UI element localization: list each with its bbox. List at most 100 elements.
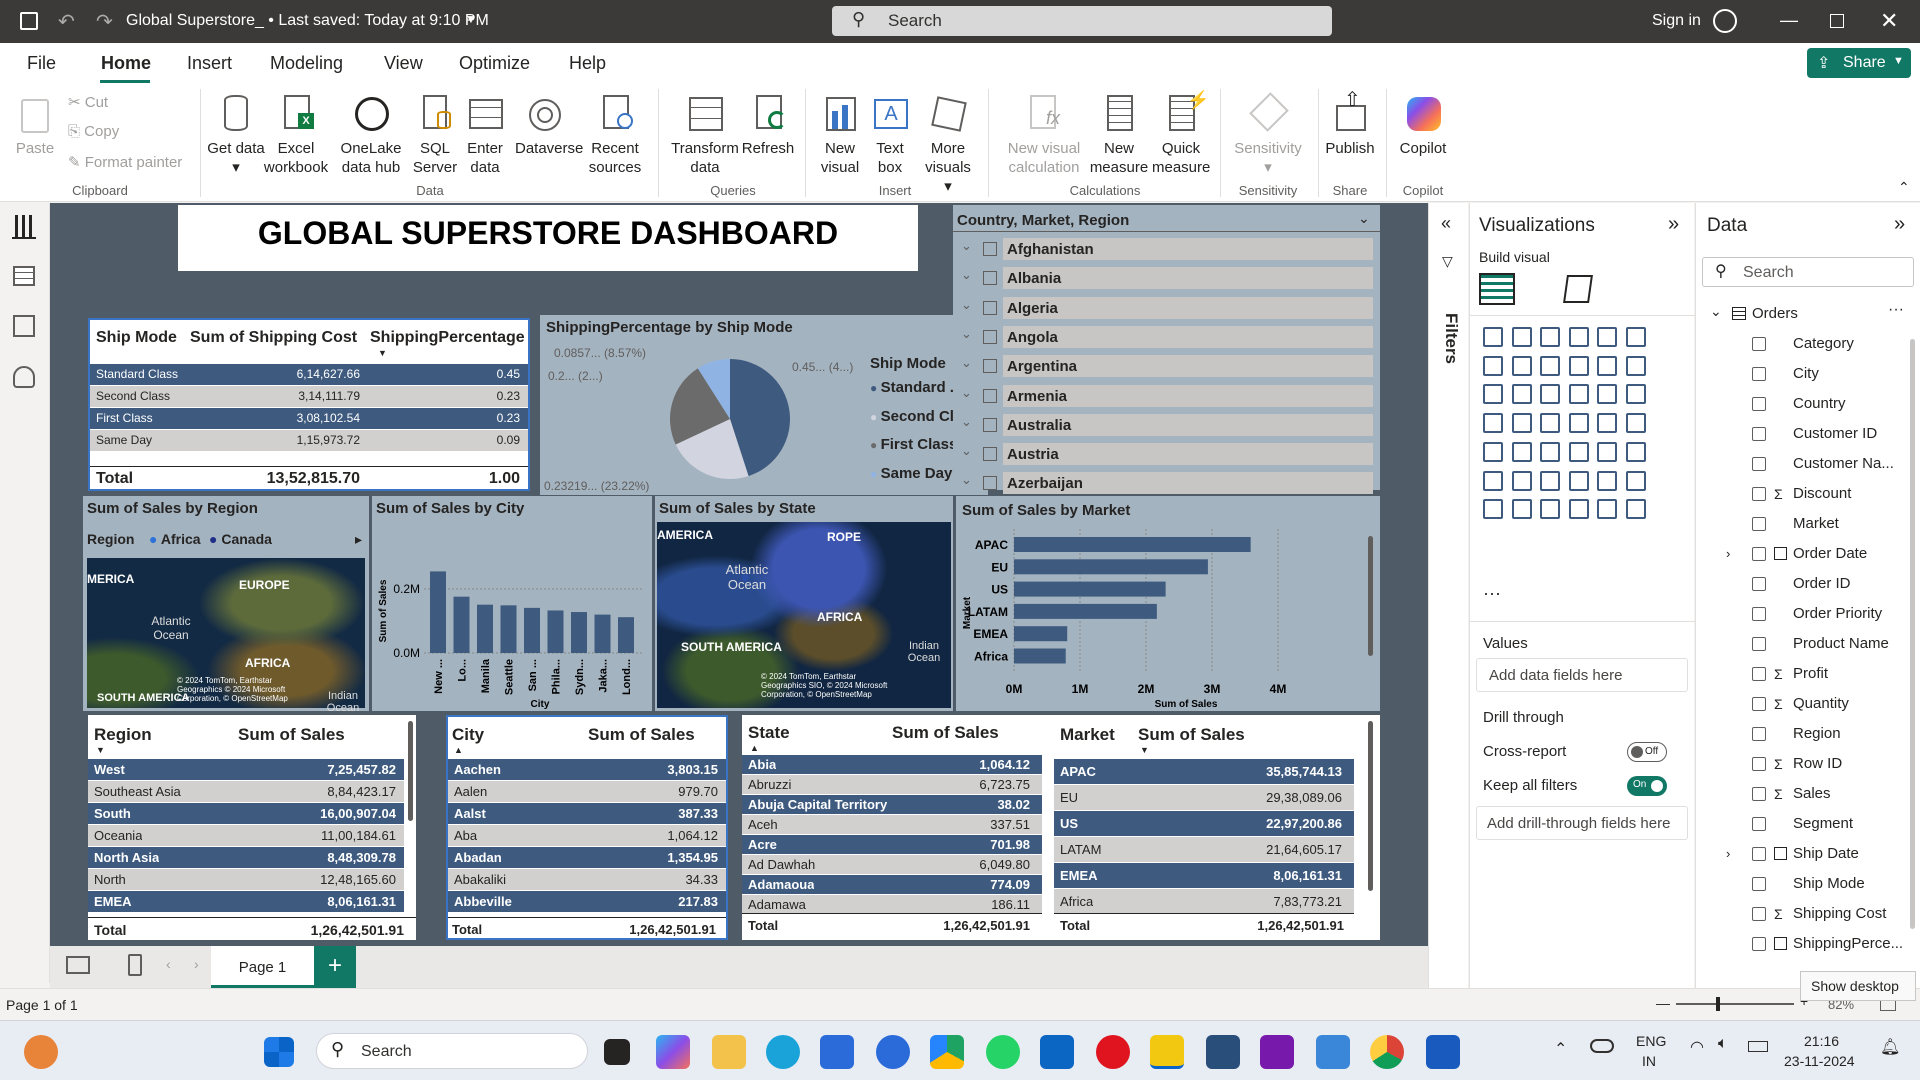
line-clustered-icon[interactable] bbox=[1626, 355, 1646, 376]
region-indicator[interactable]: IN bbox=[1642, 1053, 1656, 1069]
field-checkbox[interactable] bbox=[1752, 847, 1766, 861]
field-checkbox[interactable] bbox=[1752, 907, 1766, 921]
notification-bell-icon[interactable]: 🔔︎ bbox=[1880, 1037, 1900, 1057]
data-search-input[interactable]: ⚲ Search bbox=[1702, 257, 1914, 287]
notepad-icon[interactable] bbox=[1316, 1035, 1350, 1069]
waterfall-icon[interactable] bbox=[1511, 384, 1532, 405]
field-checkbox[interactable] bbox=[1752, 397, 1766, 411]
undo-icon[interactable]: ↶ bbox=[58, 9, 75, 34]
azure-map-icon[interactable] bbox=[1568, 413, 1589, 434]
clock-time[interactable]: 21:16 bbox=[1804, 1033, 1839, 1049]
chrome-icon[interactable] bbox=[1370, 1035, 1404, 1069]
scatter-icon[interactable] bbox=[1568, 384, 1589, 405]
recent-sources-button[interactable]: Recent sources bbox=[580, 91, 650, 177]
values-well[interactable]: Add data fields here bbox=[1476, 658, 1688, 692]
slicer-item[interactable]: ⌄ Austria bbox=[953, 443, 1380, 467]
field-item[interactable]: › Order Date bbox=[1696, 539, 1910, 569]
format-painter-button[interactable]: ✎ Format painter bbox=[68, 153, 182, 171]
zoom-slider-thumb[interactable] bbox=[1716, 997, 1720, 1011]
slicer-checkbox[interactable] bbox=[983, 359, 997, 374]
table-row[interactable]: Southeast Asia 8,84,423.17 bbox=[88, 781, 404, 802]
pie-icon[interactable] bbox=[1597, 384, 1618, 405]
city-bar[interactable] bbox=[500, 605, 517, 653]
store-icon[interactable] bbox=[820, 1035, 854, 1069]
market-scrollbar[interactable] bbox=[1368, 536, 1373, 656]
field-item[interactable]: Order Priority bbox=[1696, 599, 1910, 629]
chevron-down-icon[interactable]: ⌄ bbox=[961, 414, 972, 430]
language-indicator[interactable]: ENG bbox=[1636, 1033, 1666, 1049]
map-state-image[interactable]: AMERICA ROPE Atlantic Ocean AFRICA SOUTH… bbox=[657, 522, 951, 708]
table-row[interactable]: Acre 701.98 bbox=[742, 835, 1042, 854]
shipmode-table[interactable]: Ship Mode Sum of Shipping Cost ShippingP… bbox=[88, 318, 530, 491]
desktop-layout-icon[interactable] bbox=[66, 956, 90, 974]
menu-modeling[interactable]: Modeling bbox=[270, 53, 343, 74]
col-shipping-pct[interactable]: ShippingPercentage bbox=[370, 329, 525, 347]
table-row[interactable]: North Asia 8,48,309.78 bbox=[88, 847, 404, 868]
pie-legend-item[interactable]: ● First Class bbox=[870, 436, 957, 453]
col-shipping-cost[interactable]: Sum of Shipping Cost bbox=[190, 329, 357, 347]
chevron-down-icon[interactable]: ⌄ bbox=[961, 443, 972, 459]
line-icon[interactable] bbox=[1483, 355, 1503, 376]
field-item[interactable]: Σ Row ID bbox=[1696, 749, 1910, 779]
clustered-column-icon[interactable] bbox=[1568, 327, 1589, 347]
expand-filters-icon[interactable]: « bbox=[1441, 213, 1451, 234]
qa-icon[interactable] bbox=[1568, 470, 1589, 491]
table-row[interactable]: US 22,97,200.86 bbox=[1054, 811, 1354, 836]
format-visual-icon[interactable] bbox=[1563, 275, 1593, 303]
field-checkbox[interactable] bbox=[1752, 817, 1766, 831]
chevron-down-icon[interactable]: ⌄ bbox=[961, 238, 972, 254]
field-item[interactable]: › Ship Date bbox=[1696, 839, 1910, 869]
onedrive-icon[interactable] bbox=[1590, 1039, 1614, 1053]
city-bar[interactable] bbox=[477, 604, 493, 653]
market-bar[interactable] bbox=[1014, 648, 1066, 664]
slicer-item[interactable]: ⌄ Azerbaijan bbox=[953, 472, 1380, 496]
donut-icon[interactable] bbox=[1626, 384, 1646, 405]
chevron-right-icon[interactable]: › bbox=[1726, 539, 1730, 569]
market-bar[interactable] bbox=[1014, 559, 1208, 575]
key-influencers-icon[interactable] bbox=[1511, 470, 1532, 491]
narrative-icon[interactable] bbox=[1597, 470, 1618, 491]
quick-measure-button[interactable]: ⚡ Quick measure bbox=[1152, 91, 1210, 177]
filled-map-icon[interactable] bbox=[1540, 413, 1561, 434]
table-row[interactable]: Standard Class 6,14,627.66 0.45 bbox=[90, 364, 528, 385]
more-visuals-ellipsis[interactable]: ··· bbox=[1483, 583, 1501, 604]
transform-data-button[interactable]: Transform data bbox=[668, 91, 742, 177]
table-row[interactable]: Abuja Capital Territory 38.02 bbox=[742, 795, 1042, 814]
slicer-checkbox[interactable] bbox=[983, 300, 997, 315]
menu-help[interactable]: Help bbox=[569, 53, 606, 74]
market-chart-visual[interactable]: Sum of Sales by Market Market Sum of Sal… bbox=[956, 496, 1380, 711]
zoom-out-button[interactable]: — bbox=[1656, 995, 1670, 1011]
sensitivity-button[interactable]: Sensitivity ▾ bbox=[1230, 91, 1306, 177]
refresh-button[interactable]: Refresh bbox=[741, 91, 795, 158]
python-icon[interactable] bbox=[1483, 470, 1503, 491]
legend-next-icon[interactable]: ▸ bbox=[355, 531, 362, 548]
table-row[interactable]: Africa 7,83,773.21 bbox=[1054, 889, 1354, 914]
report-builder-icon[interactable] bbox=[1483, 499, 1503, 520]
slicer-item[interactable]: ⌄ Algeria bbox=[953, 296, 1380, 321]
chevron-right-icon[interactable]: › bbox=[1726, 839, 1730, 869]
table-view-icon[interactable] bbox=[13, 266, 35, 286]
task-view-icon[interactable] bbox=[604, 1039, 630, 1065]
field-item[interactable]: Order ID bbox=[1696, 569, 1910, 599]
city-bar[interactable] bbox=[453, 596, 470, 653]
tab-page-1[interactable]: Page 1 bbox=[211, 946, 314, 988]
slicer-checkbox[interactable] bbox=[983, 447, 997, 462]
table-row[interactable]: Aceh 337.51 bbox=[742, 815, 1042, 834]
pie-legend-item[interactable]: ● Second Cl... bbox=[870, 408, 966, 425]
edge-icon[interactable] bbox=[766, 1035, 800, 1069]
word-icon[interactable] bbox=[1426, 1035, 1460, 1069]
field-checkbox[interactable] bbox=[1752, 667, 1766, 681]
field-item[interactable]: ShippingPerce... bbox=[1696, 929, 1910, 959]
whatsapp-icon[interactable] bbox=[986, 1035, 1020, 1069]
next-page-icon[interactable]: › bbox=[194, 956, 199, 972]
slicer-checkbox[interactable] bbox=[983, 476, 997, 491]
text-box-button[interactable]: A Text box bbox=[866, 91, 914, 177]
decomposition-icon[interactable] bbox=[1540, 470, 1561, 491]
table-row[interactable]: Abbeville 217.83 bbox=[448, 891, 726, 912]
stacked-bar-icon[interactable] bbox=[1483, 327, 1503, 347]
city-bar[interactable] bbox=[547, 610, 564, 653]
data-scrollbar[interactable] bbox=[1910, 339, 1915, 929]
gauge-icon[interactable] bbox=[1597, 413, 1618, 434]
powerbi-taskbar-icon[interactable] bbox=[1150, 1035, 1184, 1069]
taskbar-search[interactable]: ⚲ Search bbox=[316, 1033, 588, 1069]
